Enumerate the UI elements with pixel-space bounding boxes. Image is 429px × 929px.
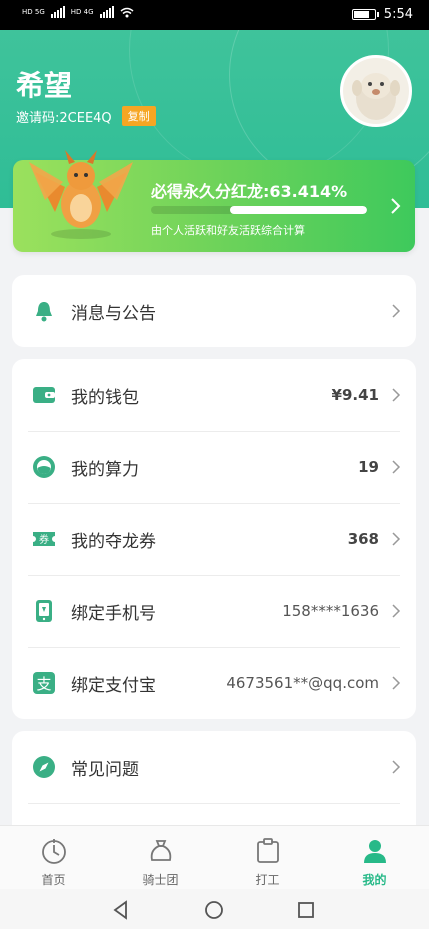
recents-icon[interactable] xyxy=(296,900,316,920)
username: 希望 xyxy=(16,69,73,102)
avatar-image xyxy=(343,58,409,124)
status-bar: HD 5G HD 4G 5:54 xyxy=(0,0,429,30)
ticket-value: 368 xyxy=(347,530,379,548)
signal-area: HD 5G HD 4G xyxy=(22,6,134,18)
ticket-label: 我的夺龙券 xyxy=(71,531,156,552)
alipay-label: 绑定支付宝 xyxy=(71,675,156,696)
chevron-right-icon xyxy=(392,532,401,546)
compass-icon xyxy=(33,756,55,778)
chevron-right-icon xyxy=(391,198,401,214)
back-icon[interactable] xyxy=(111,900,131,920)
bell-icon xyxy=(36,302,52,322)
tab-label: 打工 xyxy=(255,873,280,887)
wallet-row[interactable]: 我的钱包 ¥9.41 xyxy=(12,359,416,431)
tab-label: 首页 xyxy=(41,873,66,887)
wallet-label: 我的钱包 xyxy=(71,387,139,408)
chevron-right-icon xyxy=(392,604,401,618)
clock: 5:54 xyxy=(383,7,413,22)
chevron-right-icon xyxy=(392,388,401,402)
ticket-row[interactable]: 券 我的夺龙券 368 xyxy=(12,503,416,575)
home-button-icon[interactable] xyxy=(204,900,224,920)
phone-icon xyxy=(36,600,52,622)
chevron-right-icon xyxy=(392,760,401,774)
invite-row: 邀请码:2CEE4Q 复制 xyxy=(16,106,156,126)
chevron-right-icon xyxy=(392,460,401,474)
system-nav-bar xyxy=(0,889,429,929)
tab-home[interactable]: 首页 xyxy=(0,826,107,890)
battery-icon xyxy=(351,9,379,20)
dividend-progress-fill xyxy=(230,206,367,214)
sim1-label: HD 5G xyxy=(22,8,45,16)
wifi-icon xyxy=(120,7,134,17)
wallet-icon xyxy=(33,387,55,403)
alipay-value: 4673561**@qq.com xyxy=(226,674,379,692)
sim2-label: HD 4G xyxy=(70,8,94,16)
ticket-icon: 券 xyxy=(33,532,55,546)
notice-label: 消息与公告 xyxy=(71,303,156,324)
user-icon xyxy=(364,840,386,863)
chevron-right-icon xyxy=(392,304,401,318)
tab-mine[interactable]: 我的 xyxy=(321,826,428,890)
chevron-right-icon xyxy=(392,676,401,690)
signal-icon-2 xyxy=(99,6,114,18)
phone-label: 绑定手机号 xyxy=(71,603,156,624)
wallet-balance: ¥9.41 xyxy=(331,386,379,404)
tab-label: 骑士团 xyxy=(142,873,179,887)
tab-label: 我的 xyxy=(362,873,387,887)
dividend-progress xyxy=(151,206,367,214)
signal-icon xyxy=(50,6,65,18)
phone-row[interactable]: 绑定手机号 158****1636 xyxy=(12,575,416,647)
dividend-title: 必得永久分红龙:63.414% xyxy=(151,182,348,201)
alipay-icon: 支 xyxy=(33,672,55,694)
divider xyxy=(28,803,400,804)
tab-work[interactable]: 打工 xyxy=(214,826,321,890)
dragon-icon xyxy=(29,150,133,239)
faq-label: 常见问题 xyxy=(71,759,139,780)
invite-code: 邀请码:2CEE4Q xyxy=(16,110,112,126)
power-row[interactable]: 我的算力 19 xyxy=(12,431,416,503)
svg-text:支: 支 xyxy=(36,675,51,693)
home-icon xyxy=(42,839,66,864)
phone-value: 158****1636 xyxy=(282,602,379,620)
bottom-tab-bar: 首页 骑士团 打工 我的 xyxy=(0,825,429,889)
tab-knights[interactable]: 骑士团 xyxy=(107,826,214,890)
account-card: 我的钱包 ¥9.41 我的算力 19 券 我的夺龙券 368 绑定手机号 158… xyxy=(12,359,416,719)
avatar[interactable] xyxy=(340,55,412,127)
dividend-banner[interactable]: 必得永久分红龙:63.414% 由个人活跃和好友活跃综合计算 xyxy=(13,150,415,252)
bag-icon xyxy=(150,840,172,861)
svg-text:券: 券 xyxy=(39,533,49,546)
power-value: 19 xyxy=(358,458,379,476)
faq-row[interactable]: 常见问题 xyxy=(12,731,416,803)
power-icon xyxy=(33,456,55,478)
clipboard-icon xyxy=(257,838,279,863)
notice-card: 消息与公告 xyxy=(12,275,416,347)
power-label: 我的算力 xyxy=(71,459,139,480)
copy-button[interactable]: 复制 xyxy=(121,106,156,126)
notice-row[interactable]: 消息与公告 xyxy=(12,275,416,347)
dividend-subtitle: 由个人活跃和好友活跃综合计算 xyxy=(151,224,305,237)
alipay-row[interactable]: 支 绑定支付宝 4673561**@qq.com xyxy=(12,647,416,719)
